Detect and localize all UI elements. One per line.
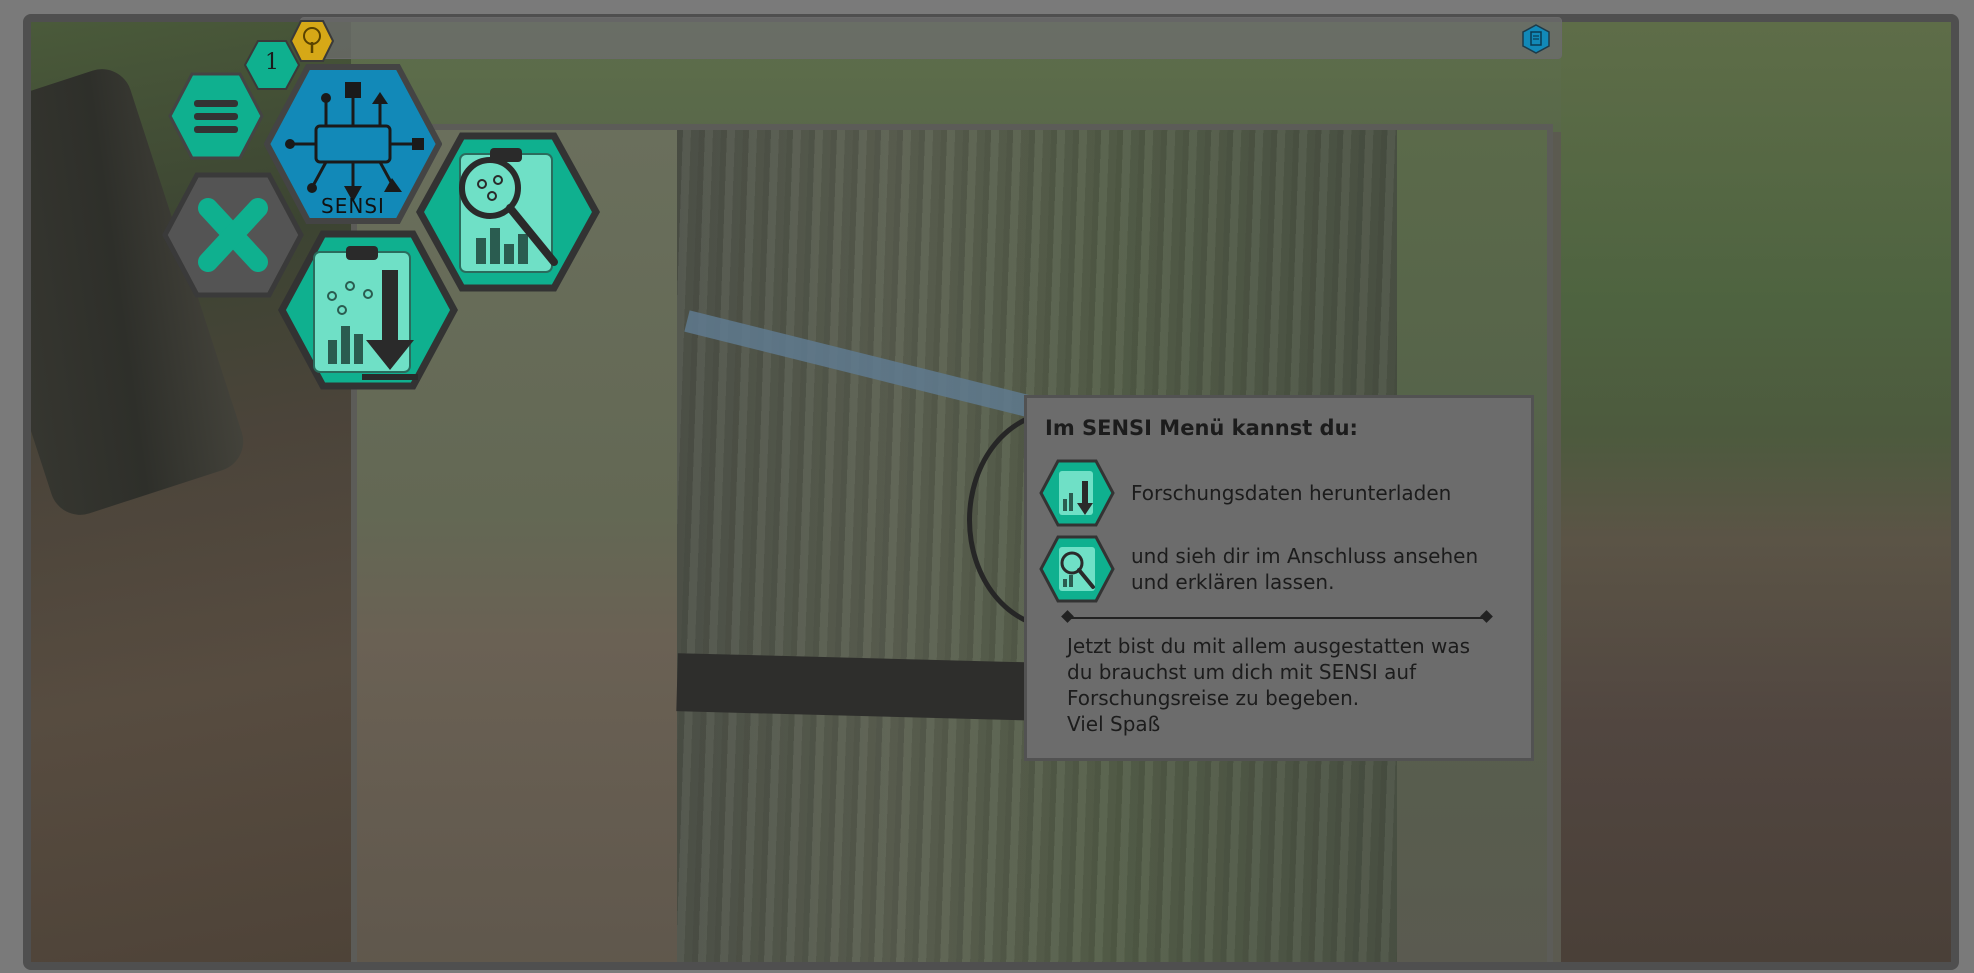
info-panel: Im SENSI Menü kannst du: Forschungsdaten…: [1024, 395, 1534, 761]
analyze-data-icon: [1039, 535, 1115, 603]
download-data-icon: [278, 230, 458, 390]
download-data-icon: [1039, 459, 1115, 527]
info-item-analyze: und sieh dir im Anschluss ansehen und er…: [1039, 535, 1478, 603]
info-item-download: Forschungsdaten herunterladen: [1039, 459, 1451, 527]
menu-icon: [168, 72, 264, 160]
background-right: [1561, 22, 1951, 962]
download-data-button[interactable]: [278, 230, 458, 390]
info-item-analyze-text: und sieh dir im Anschluss ansehen und er…: [1131, 544, 1479, 594]
info-item-download-text: Forschungsdaten herunterladen: [1131, 481, 1452, 505]
info-panel-divider: [1067, 617, 1487, 619]
menu-button[interactable]: [168, 72, 264, 160]
info-panel-outro: Jetzt bist du mit allem ausgestatten was…: [1067, 634, 1471, 736]
sensi-label: SENSI: [321, 194, 385, 218]
top-bar: [300, 17, 1562, 59]
document-icon[interactable]: [1521, 24, 1551, 54]
info-panel-title: Im SENSI Menü kannst du:: [1045, 416, 1358, 440]
